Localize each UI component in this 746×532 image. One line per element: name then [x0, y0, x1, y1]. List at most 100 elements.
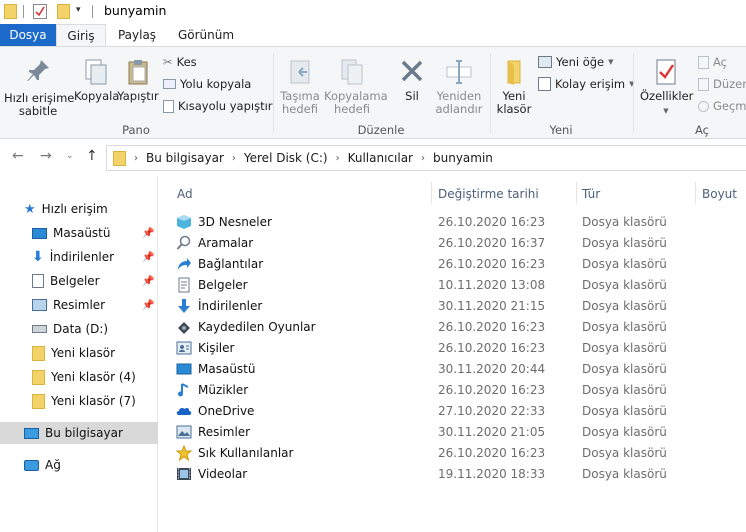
nav-this-pc[interactable]: Bu bilgisayar: [0, 422, 158, 444]
saved-games-icon: [176, 319, 192, 335]
copy-path-button[interactable]: Yolu kopyala: [163, 77, 251, 91]
chevron-right-icon[interactable]: ›: [232, 153, 236, 164]
group-divider: [273, 53, 274, 133]
copy-path-icon: [163, 79, 176, 89]
table-row[interactable]: Kaydedilen Oyunlar 26.10.2020 16:23 Dosy…: [158, 317, 746, 338]
table-row[interactable]: Masaüstü 30.11.2020 20:44 Dosya klasörü: [158, 359, 746, 380]
pin-quick-access-button[interactable]: Hızlı erişime sabitle: [4, 57, 74, 118]
tab-file[interactable]: Dosya: [0, 24, 56, 46]
pin-icon[interactable]: 📌: [142, 276, 154, 287]
new-folder-button[interactable]: Yeni klasör: [492, 57, 536, 116]
properties-quick-icon[interactable]: [33, 4, 47, 19]
table-row[interactable]: İndirilenler 30.11.2020 21:15 Dosya klas…: [158, 296, 746, 317]
chevron-right-icon[interactable]: ›: [134, 153, 138, 164]
chevron-right-icon[interactable]: ›: [336, 153, 340, 164]
divider: [23, 5, 24, 18]
breadcrumb-users[interactable]: Kullanıcılar: [348, 151, 413, 165]
new-folder-quick-icon[interactable]: [57, 4, 70, 19]
divider: [92, 5, 93, 18]
onedrive-icon: [176, 403, 192, 419]
pictures-icon: [32, 299, 47, 311]
navigation-bar: ← → ⌄ ↑ › Bu bilgisayar › Yerel Disk (C:…: [0, 140, 746, 176]
nav-quick-access[interactable]: ★ Hızlı erişim: [0, 198, 158, 220]
music-icon: [176, 382, 192, 398]
forward-arrow-icon[interactable]: →: [40, 148, 52, 164]
up-arrow-icon[interactable]: ↑: [86, 148, 98, 164]
table-row[interactable]: Sık Kullanılanlar 26.10.2020 16:23 Dosya…: [158, 443, 746, 464]
new-folder-icon: [507, 60, 521, 85]
column-header-size[interactable]: Boyut: [702, 187, 737, 201]
ribbon: Hızlı erişime sabitle Kopyala Yapıştır ✂…: [0, 46, 746, 139]
favorites-icon: [175, 444, 193, 462]
scissors-icon: ✂: [163, 55, 173, 69]
nav-item-desktop[interactable]: Masaüstü 📌: [0, 222, 158, 244]
paste-button[interactable]: Yapıştır: [117, 57, 159, 103]
move-to-icon: [290, 60, 310, 84]
nav-item-new-folder-7[interactable]: Yeni klasör (7): [0, 390, 158, 412]
table-row[interactable]: Videolar 19.11.2020 18:33 Dosya klasörü: [158, 464, 746, 485]
copy-to-button[interactable]: Kopyalama hedefi: [324, 57, 388, 116]
table-row[interactable]: Aramalar 26.10.2020 16:37 Dosya klasörü: [158, 233, 746, 254]
pin-icon[interactable]: 📌: [142, 252, 154, 263]
tab-view[interactable]: Görünüm: [170, 24, 242, 46]
recent-locations-icon[interactable]: ⌄: [66, 151, 74, 161]
open-button[interactable]: Aç: [698, 55, 727, 69]
downloads-icon: ⬇: [32, 249, 44, 265]
nav-item-new-folder-4[interactable]: Yeni klasör (4): [0, 366, 158, 388]
table-row[interactable]: 3D Nesneler 26.10.2020 16:23 Dosya klasö…: [158, 212, 746, 233]
back-arrow-icon[interactable]: ←: [12, 148, 24, 164]
nav-network[interactable]: Ağ: [0, 454, 158, 476]
documents-icon: [176, 277, 192, 293]
move-to-button[interactable]: Taşıma hedefi: [276, 57, 324, 116]
column-header-name[interactable]: Ad: [177, 187, 193, 201]
properties-button[interactable]: Özellikler ▼: [640, 57, 693, 118]
easy-access-button[interactable]: Kolay erişim ▼: [538, 77, 635, 91]
chevron-right-icon[interactable]: ›: [421, 153, 425, 164]
desktop-icon: [32, 227, 47, 239]
paste-shortcut-button[interactable]: Kısayolu yapıştır: [163, 99, 273, 113]
nav-item-downloads[interactable]: ⬇ İndirilenler 📌: [0, 246, 158, 268]
table-row[interactable]: Müzikler 26.10.2020 16:23 Dosya klasörü: [158, 380, 746, 401]
dropdown-arrow-icon: ▼: [608, 58, 614, 66]
copy-button[interactable]: Kopyala: [74, 57, 119, 103]
table-row[interactable]: OneDrive 27.10.2020 22:33 Dosya klasörü: [158, 401, 746, 422]
nav-item-pictures[interactable]: Resimler 📌: [0, 294, 158, 316]
nav-item-data-drive[interactable]: Data (D:): [0, 318, 158, 340]
group-label-organize: Düzenle: [357, 123, 405, 137]
copy-to-icon: [341, 59, 363, 85]
tab-share[interactable]: Paylaş: [112, 24, 162, 46]
edit-icon: [698, 77, 709, 91]
nav-item-documents[interactable]: Belgeler 📌: [0, 270, 158, 292]
new-item-button[interactable]: Yeni öğe ▼: [538, 55, 614, 69]
column-header-type[interactable]: Tür: [582, 187, 600, 201]
breadcrumb-this-pc[interactable]: Bu bilgisayar: [146, 151, 224, 165]
column-header-date[interactable]: Değiştirme tarihi: [438, 187, 539, 201]
nav-item-new-folder[interactable]: Yeni klasör: [0, 342, 158, 364]
column-divider[interactable]: [695, 182, 696, 204]
table-row[interactable]: Belgeler 10.11.2020 13:08 Dosya klasörü: [158, 275, 746, 296]
edit-button[interactable]: Düzen: [698, 77, 746, 91]
pin-icon[interactable]: 📌: [142, 300, 154, 311]
table-row[interactable]: Bağlantılar 26.10.2020 16:23 Dosya klasö…: [158, 254, 746, 275]
history-button[interactable]: Geçmi: [698, 99, 746, 113]
customize-quick-access-icon[interactable]: ▾: [76, 5, 81, 15]
breadcrumb-local-disk[interactable]: Yerel Disk (C:): [244, 151, 328, 165]
navigation-pane: ★ Hızlı erişim Masaüstü 📌 ⬇ İndirilenler…: [0, 176, 158, 532]
column-divider[interactable]: [431, 182, 432, 204]
table-row[interactable]: Resimler 30.11.2020 21:05 Dosya klasörü: [158, 422, 746, 443]
table-row[interactable]: Kişiler 26.10.2020 16:23 Dosya klasörü: [158, 338, 746, 359]
videos-icon: [176, 466, 192, 482]
delete-button[interactable]: Sil: [394, 57, 430, 103]
breadcrumb-current[interactable]: bunyamin: [433, 151, 493, 165]
tab-home[interactable]: Giriş: [56, 24, 106, 46]
pictures-icon: [176, 424, 192, 440]
properties-icon: [656, 59, 676, 85]
downloads-icon: [176, 298, 192, 314]
title-bar: ▾ bunyamin: [0, 0, 746, 24]
column-divider[interactable]: [576, 182, 577, 204]
folder-icon: [32, 345, 45, 361]
cut-button[interactable]: ✂ Kes: [163, 55, 197, 69]
pin-icon[interactable]: 📌: [142, 228, 154, 239]
rename-button[interactable]: Yeniden adlandır: [432, 57, 486, 116]
address-bar[interactable]: › Bu bilgisayar › Yerel Disk (C:) › Kull…: [106, 145, 746, 171]
